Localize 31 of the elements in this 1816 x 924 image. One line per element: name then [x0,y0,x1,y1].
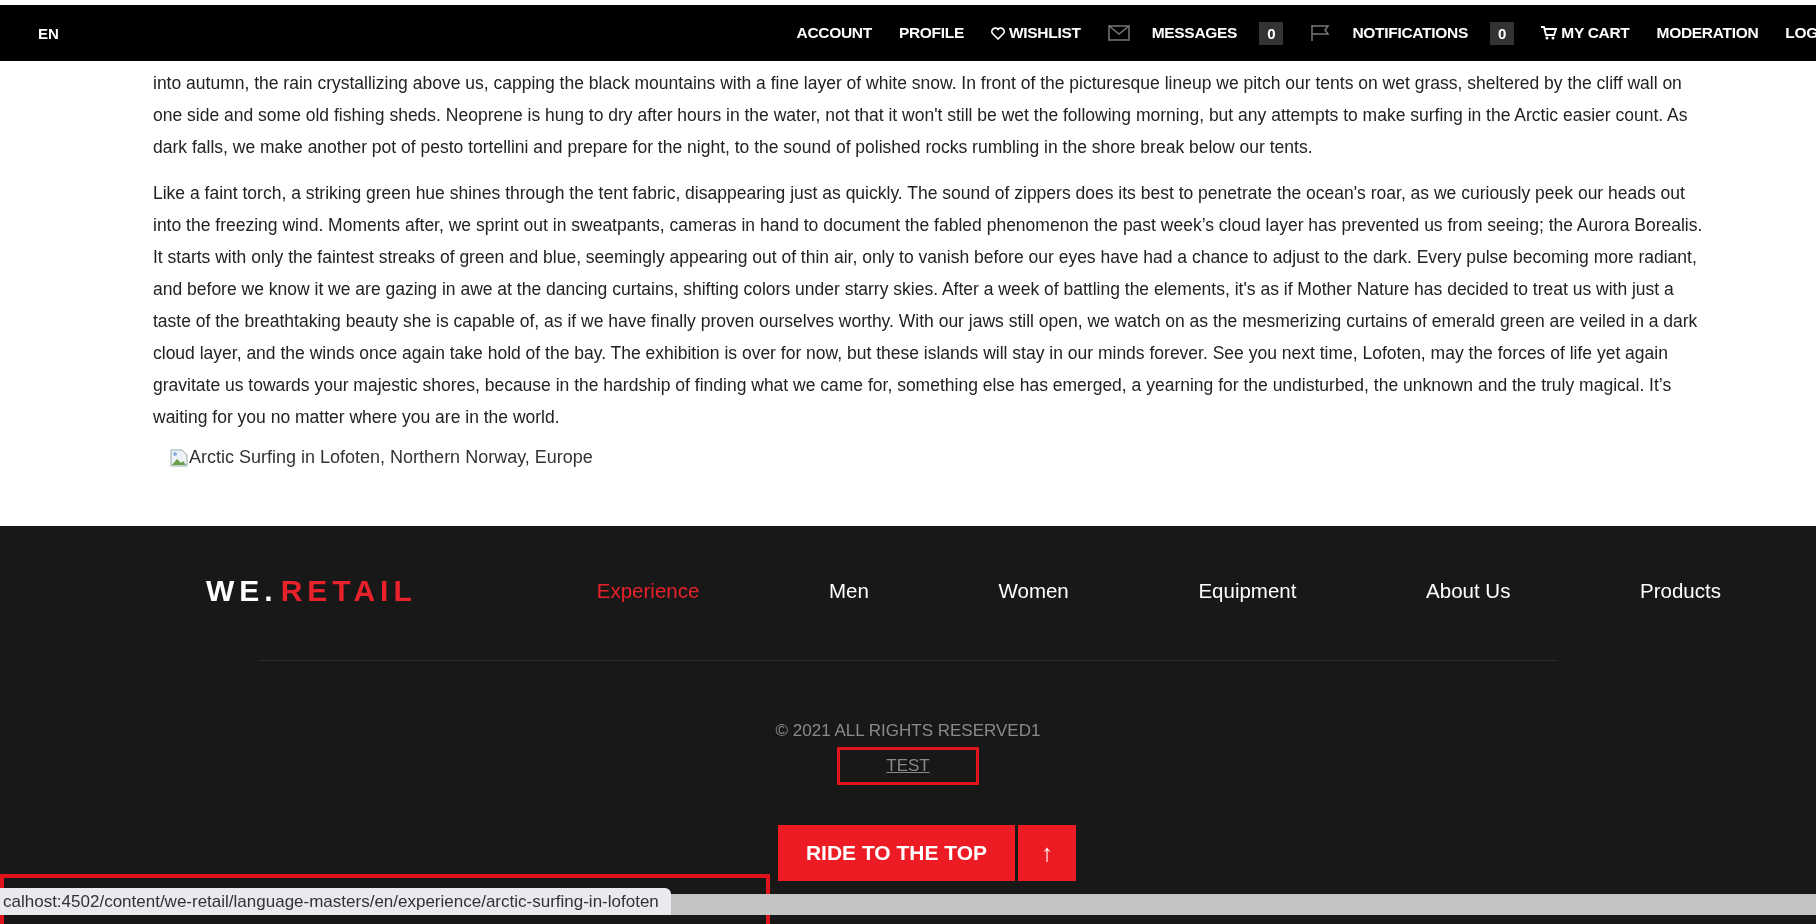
footer-link[interactable]: Women [998,579,1069,603]
flag-icon [1310,24,1331,42]
test-link[interactable]: TEST [886,756,930,775]
ride-to-top-button[interactable]: RIDE TO THE TOP [777,825,1016,881]
copyright-text: © 2021 ALL RIGHTS RESERVED1 [775,721,1041,741]
logo-text[interactable]: RETAIL [280,574,417,608]
image-alt-text: Arctic Surfing in Lofoten, Northern Norway, Europe [189,447,593,468]
footer-link[interactable]: Experience [596,579,700,603]
scroll-up-button[interactable]: ↑ [1018,825,1077,881]
footer-link[interactable]: Equipment [1198,579,1297,603]
cart-icon [1541,26,1558,40]
envelope-icon [1107,25,1130,41]
nav-link[interactable]: MESSAGES [1151,24,1238,42]
broken-image-icon [169,447,189,468]
footer-link[interactable]: Products [1640,579,1721,603]
footer-link[interactable]: About Us [1426,579,1511,603]
nav-link[interactable]: PROFILE [898,24,964,42]
nav-link[interactable]: ACCOUNT [796,24,872,42]
footer-link[interactable]: Men [829,579,869,603]
count-badge: 0 [1259,21,1284,45]
nav-link[interactable]: NOTIFICATIONS [1352,24,1468,42]
heart-icon [991,26,1005,40]
status-url-tooltip: calhost:4502/content/we-retail/language-masters/en/experience/arctic-surfing-in-lofoten [0,888,671,915]
count-badge: 0 [1489,21,1515,45]
nav-link[interactable]: MY CART [1561,24,1630,42]
language-link[interactable]: EN [38,24,59,42]
logo-text[interactable]: WE. [206,574,278,608]
article-paragraph: into autumn, the rain crystallizing above us, capping the black mountains with a fine layer of white snow. In front of the picturesque lineup we pitch our tents on wet grass, sheltered by the cliff wall on one side and some old fishing sheds. Neoprene is hung to dry after hours in the water, not that it won't still be wet the following morning, but any attempts to make surfing in the Arctic easier count. As dark falls, we make another pot of pesto tortellini and prepare for the night, to the sound of polished rocks rumbling in the shore break below our tents. [153,72,1689,159]
article-paragraph: Like a faint torch, a striking green hue shines through the tent fabric, disappearing just as quickly. The sound of zippers does its best to penetrate the ocean's roar, as we curiously peek our heads out into the freezing wind. Moments after, we sprint out in sweatpants, cameras in hand to document the fabled phenomenon the past week’s cloud layer has prevented us from seeing; the Aurora Borealis. It starts with only the faintest streaks of green and blue, seemingly appearing out of thin air, only to vanish before our eyes have had a chance to adjust to the dark. Every pulse becoming more radiant, and before we know it we are gazing in awe at the dancing curtains, shifting colors under starry skies. After a week of battling the elements, it's as if Mother Nature has decided to treat us with just a taste of the breathtaking beauty she is capable of, as if we have finally proven ourselves worthy. With our jaws still open, we watch on as the mesmerizing curtains of emerald green are veiled in a dark cloud layer, and the winds once again take hold of the bay. The exhibition is over for now, but these islands will stay in our minds forever. See you next time, Lofoten, may the forces of life yet again gravitate us towards your majestic shores, because in the hardship of finding what we came for, something else has emerged, a yearning for the undisturbed, the unknown and the truly magical. It’s waiting for you no matter where you are in the world. [153,182,1704,429]
nav-link[interactable]: WISHLIST [1009,24,1081,42]
nav-link[interactable]: MODERATION [1656,24,1759,42]
